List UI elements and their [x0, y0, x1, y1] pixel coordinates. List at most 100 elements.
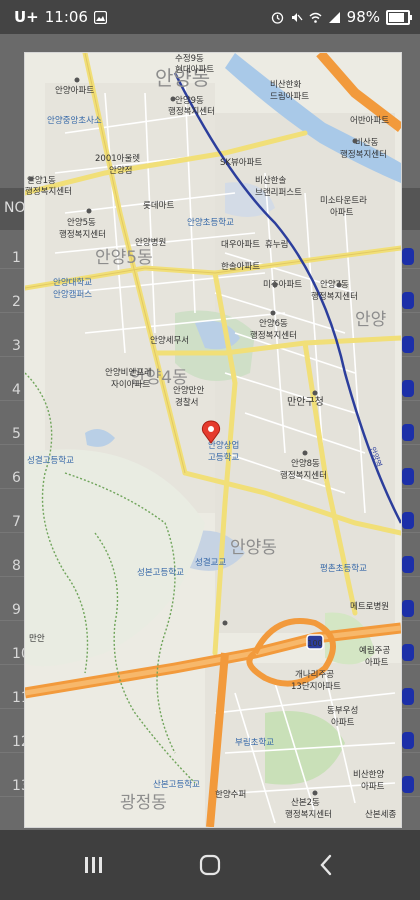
poi-label: 행정복지센터	[250, 330, 297, 341]
background-row-number: 7	[12, 514, 21, 530]
background-row-action	[402, 644, 414, 661]
poi-label: 안양7동	[320, 279, 349, 290]
back-button[interactable]	[296, 842, 356, 888]
home-icon	[199, 854, 221, 876]
district-label: 안양동	[230, 538, 277, 558]
background-row-action	[402, 556, 414, 573]
poi-label: 드림아파트	[270, 91, 309, 102]
map-view[interactable]: 100 안양동 안양5동 안양4동 안양동 안양 광정동 수정9동 현대아파트 …	[24, 52, 402, 828]
poi-label: 안양초등학교	[187, 217, 234, 228]
poi-label: 개나리주공	[295, 669, 334, 680]
poi-label: 비산한양	[353, 769, 384, 780]
poi-label: 롯데마트	[143, 201, 174, 211]
background-row-action	[402, 336, 414, 353]
poi-label: 한솔아파트	[221, 261, 260, 272]
background-row-number: 8	[12, 558, 21, 574]
poi-label: 안양점	[109, 165, 132, 176]
poi-label: 안양만안	[173, 385, 204, 396]
background-row-number: 2	[12, 294, 21, 310]
background-row-number: 5	[12, 426, 21, 442]
background-row-number: 1	[12, 250, 21, 266]
background-row-action	[402, 424, 414, 441]
poi-label: 성결교교	[195, 557, 226, 568]
wifi-icon	[309, 12, 322, 23]
poi-label: 성결고등학교	[27, 455, 74, 466]
poi-label: 안양병원	[135, 237, 166, 248]
poi-label: 동부우성	[327, 706, 358, 716]
poi-label: 2001아울렛	[95, 153, 140, 164]
poi-label: SK뷰아파트	[220, 157, 262, 168]
poi-label: 만안	[29, 633, 45, 644]
background-row-action	[402, 468, 414, 485]
image-icon	[93, 10, 107, 24]
poi-label: 비산동	[355, 137, 379, 148]
poi-label: 부림초학교	[235, 737, 274, 748]
signal-icon	[328, 11, 340, 23]
background-row-action	[402, 600, 414, 617]
district-label: 안양5동	[95, 248, 153, 268]
background-row-action	[402, 248, 414, 265]
poi-label: 행정복지센터	[25, 186, 72, 197]
poi-label: 비산한솔	[255, 175, 286, 186]
background-row-action	[402, 688, 414, 705]
background-row-number: 6	[12, 470, 21, 486]
poi-label: 아파트	[365, 657, 389, 668]
poi-label: 어반아파트	[350, 115, 389, 126]
poi-label: 안양대학교	[53, 277, 92, 288]
poi-label: 안양8동	[291, 458, 320, 469]
poi-label: 현대아파트	[175, 64, 214, 75]
status-time: 11:06	[44, 8, 88, 26]
poi-label: 브랜리퍼스트	[255, 187, 302, 198]
background-row-action	[402, 776, 414, 793]
background-row-number: 9	[12, 602, 21, 618]
poi-label: 산본2동	[291, 797, 320, 808]
back-icon	[320, 854, 332, 876]
poi-label: 안양세무서	[150, 335, 189, 346]
poi-label: 안양중앙초사소	[47, 115, 102, 126]
mute-icon	[291, 12, 303, 22]
poi-label: 안양9동	[175, 95, 204, 106]
battery-icon	[386, 9, 412, 25]
poi-label: 산본고등학교	[153, 779, 200, 790]
poi-label: 행정복지센터	[280, 470, 327, 481]
background-header-no: NO	[4, 200, 26, 216]
battery-percent: 98%	[346, 8, 380, 26]
poi-label: 아파트	[361, 781, 385, 792]
poi-label: 고등학교	[208, 452, 239, 463]
poi-label: 산본세종	[365, 809, 396, 820]
status-left: U+ 11:06	[14, 8, 107, 26]
system-nav-bar	[0, 830, 420, 900]
poi-label: 행정복지센터	[168, 106, 215, 117]
poi-label: 행정복지센터	[311, 291, 358, 302]
highway-number: 100	[307, 639, 322, 648]
poi-label: 아파트	[331, 717, 355, 728]
background-row-action	[402, 512, 414, 529]
poi-label: 미소타운트라	[320, 196, 367, 206]
poi-label: 자이아파트	[111, 379, 150, 390]
status-bar: U+ 11:06 98%	[0, 0, 420, 34]
background-row-action	[402, 732, 414, 749]
recents-icon	[85, 857, 102, 873]
poi-label: 평촌초등학교	[320, 563, 367, 574]
home-button[interactable]	[180, 842, 240, 888]
poi-label: 메트로병원	[350, 602, 389, 612]
poi-label: 안양비엔포레	[105, 367, 152, 378]
poi-label: 비산한화	[270, 79, 301, 90]
background-row-number: 4	[12, 382, 21, 398]
carrier-label: U+	[14, 8, 39, 26]
district-label: 광정동	[120, 793, 167, 813]
poi-label: 대우아파트	[221, 239, 260, 250]
district-label: 안양	[355, 310, 386, 330]
poi-label: 예림주공	[359, 645, 390, 656]
poi-label: 행정복지센터	[340, 149, 387, 160]
recents-button[interactable]	[64, 842, 124, 888]
poi-label: 안양캠퍼스	[53, 289, 92, 300]
poi-label: 만안구청	[287, 396, 324, 408]
poi-label: 안양상업	[208, 440, 239, 451]
poi-label: 행정복지센터	[285, 809, 332, 820]
status-right: 98%	[271, 8, 412, 26]
poi-label: 수정9동	[175, 53, 204, 64]
poi-label: 13단지아파트	[291, 681, 341, 692]
map-canvas[interactable]: 100 안양동 안양5동 안양4동 안양동 안양 광정동 수정9동 현대아파트 …	[25, 53, 401, 827]
poi-label: 휴누림	[265, 239, 288, 250]
